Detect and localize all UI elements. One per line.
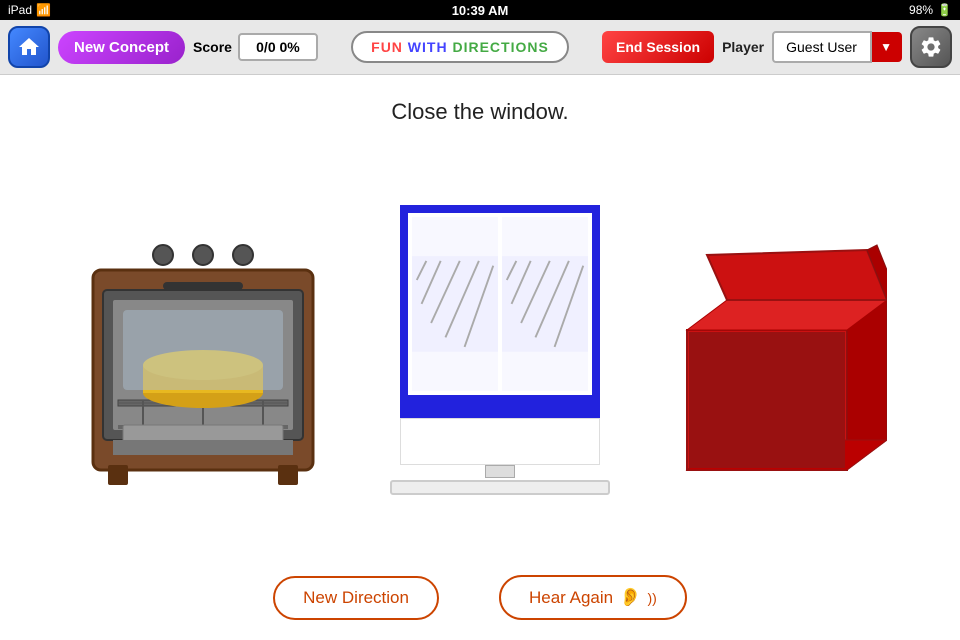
status-bar: iPad 📶 10:39 AM 98% 🔋	[0, 0, 960, 20]
box-image[interactable]	[667, 230, 887, 470]
settings-button[interactable]	[910, 26, 952, 68]
images-area	[0, 125, 960, 575]
window-frame	[400, 205, 600, 403]
bottom-buttons: New Direction Hear Again 👂 ))	[273, 575, 687, 620]
toolbar: New Concept Score 0/0 0% FUN WITH DIRECT…	[0, 20, 960, 75]
main-content: Close the window.	[0, 75, 960, 640]
app-title-button[interactable]: FUN WITH DIRECTIONS	[351, 31, 569, 63]
hear-again-button[interactable]: Hear Again 👂 ))	[499, 575, 687, 620]
instruction-text: Close the window.	[391, 99, 568, 125]
time-display: 10:39 AM	[452, 3, 509, 18]
wifi-icon: 📶	[36, 3, 51, 17]
player-label: Player	[722, 39, 764, 55]
guest-user-display: Guest User	[772, 31, 872, 63]
window-lower-body	[400, 418, 600, 465]
title-with: WITH	[403, 39, 453, 55]
user-dropdown-button[interactable]: ▼	[872, 32, 902, 62]
new-concept-button[interactable]: New Concept	[58, 31, 185, 64]
window-bottom-bar	[400, 403, 600, 410]
hear-again-label: Hear Again	[529, 588, 613, 608]
battery-text: 98%	[909, 3, 933, 17]
window-pane-right	[502, 217, 588, 391]
window-stand	[485, 465, 515, 478]
home-button[interactable]	[8, 26, 50, 68]
window-pane-left	[412, 217, 498, 391]
score-display: 0/0 0%	[238, 33, 318, 61]
end-session-button[interactable]: End Session	[602, 31, 714, 63]
user-select-area: Guest User ▼	[772, 31, 902, 63]
ipad-label: iPad	[8, 3, 32, 17]
title-directions: DIRECTIONS	[452, 39, 548, 55]
ear-icon: 👂	[619, 587, 641, 608]
new-direction-button[interactable]: New Direction	[273, 576, 439, 620]
window-sill-top	[400, 410, 600, 417]
title-fun: FUN	[371, 39, 403, 55]
score-area: Score 0/0 0%	[193, 33, 318, 61]
window-image[interactable]	[400, 205, 600, 495]
window-base	[390, 480, 610, 495]
score-label: Score	[193, 39, 232, 55]
battery-icon: 🔋	[937, 3, 952, 17]
oven-image[interactable]	[73, 210, 333, 490]
app-title: FUN WITH DIRECTIONS	[326, 31, 594, 63]
sound-waves-icon: ))	[648, 590, 657, 606]
